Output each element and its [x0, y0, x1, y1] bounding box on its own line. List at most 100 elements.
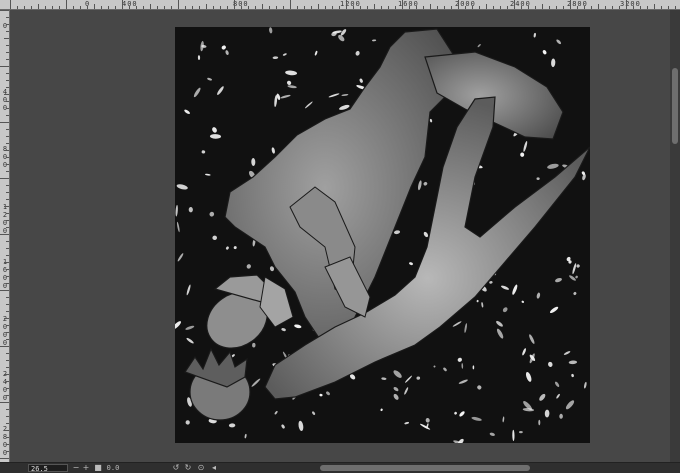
zoom-out-icon[interactable]: −: [72, 463, 80, 473]
sparkle: [418, 180, 422, 191]
ruler-tick: [6, 17, 9, 18]
sparkle: [404, 421, 410, 425]
sparkle: [536, 177, 540, 181]
ruler-left-label: 1200: [2, 203, 8, 235]
ruler-tick: [220, 6, 221, 9]
ruler-tick: [6, 353, 9, 354]
ruler-tick: [409, 6, 410, 9]
sparkle: [521, 300, 525, 303]
fit-icon[interactable]: ■: [94, 463, 102, 473]
ruler-tick: [115, 6, 116, 9]
status-bar: 26.5 − + ■ 0.0 ↺ ↻ ⊙ ◂: [0, 462, 680, 473]
ruler-tick: [269, 6, 270, 9]
sparkle: [452, 321, 462, 327]
rotate-right-icon[interactable]: ↻: [184, 463, 192, 473]
ruler-tick: [640, 6, 641, 9]
ruler-tick: [6, 73, 9, 74]
flip-icon[interactable]: ◂: [210, 463, 218, 473]
ruler-tick: [6, 381, 9, 382]
ruler-tick: [563, 6, 564, 9]
artwork-illustration: [175, 27, 590, 443]
ruler-tick: [367, 6, 368, 9]
ruler-tick: [668, 6, 669, 9]
rotate-left-icon[interactable]: ↺: [172, 463, 180, 473]
ruler-tick: [6, 164, 9, 165]
sparkle: [252, 342, 256, 348]
ruler-tick: [276, 6, 277, 9]
ruler-tick: [6, 171, 9, 172]
ruler-tick: [164, 6, 165, 9]
ruler-tick: [0, 346, 9, 347]
vertical-scrollbar[interactable]: [670, 10, 680, 462]
sparkle: [544, 409, 550, 418]
ruler-tick: [199, 6, 200, 9]
sparkle: [272, 56, 279, 60]
ruler-tick: [283, 6, 284, 9]
ruler-tick: [4, 38, 9, 39]
ruler-tick: [150, 4, 151, 9]
sparkle: [568, 360, 578, 365]
sparkle: [207, 77, 212, 81]
sparkle: [381, 377, 387, 380]
sparkle: [520, 152, 525, 157]
horizontal-scroll-thumb[interactable]: [320, 465, 530, 471]
sparkle: [269, 27, 273, 34]
sparkle: [538, 419, 541, 426]
ruler-tick: [612, 6, 613, 9]
angle-field[interactable]: 0.0: [104, 463, 122, 473]
ruler-left[interactable]: 0 400 800 1200 1600 2000 2400 2800: [0, 10, 10, 462]
sparkle: [433, 365, 436, 368]
ruler-tick: [6, 304, 9, 305]
ruler-tick: [122, 0, 123, 9]
ruler-tick: [24, 6, 25, 9]
sparkle: [209, 134, 222, 139]
sparkle: [519, 430, 523, 434]
artwork-canvas[interactable]: [175, 27, 590, 443]
vertical-scroll-thumb[interactable]: [672, 68, 678, 144]
sparkle: [496, 328, 504, 339]
ruler-tick: [6, 423, 9, 424]
ruler-tick: [346, 0, 347, 9]
ruler-tick: [4, 374, 9, 375]
ruler-tick: [423, 6, 424, 9]
sparkle: [205, 173, 211, 176]
sparkle: [565, 400, 575, 410]
ruler-tick: [6, 311, 9, 312]
canvas-workspace[interactable]: [10, 10, 670, 462]
ruler-tick: [647, 6, 648, 9]
sparkle: [477, 385, 482, 390]
sparkle: [489, 432, 495, 436]
ruler-tick: [388, 6, 389, 9]
ruler-tick: [584, 6, 585, 9]
zoom-field[interactable]: 26.5: [28, 464, 68, 473]
ruler-tick: [6, 339, 9, 340]
ruler-tick: [4, 430, 9, 431]
sparkle: [525, 371, 532, 382]
sparkle: [425, 418, 430, 423]
sparkle: [501, 285, 509, 290]
sparkle: [185, 325, 195, 330]
sparkle: [472, 365, 475, 370]
ruler-top[interactable]: 0 400 800 1200 1600 2000 2400 2800 3200: [0, 0, 680, 10]
sparkle: [393, 393, 399, 400]
ruler-tick: [395, 6, 396, 9]
sparkle: [549, 306, 559, 314]
zoom-in-icon[interactable]: +: [82, 463, 90, 473]
reset-rotation-icon[interactable]: ⊙: [197, 463, 205, 473]
sparkle: [539, 393, 546, 401]
ruler-tick: [6, 283, 9, 284]
ruler-tick: [374, 4, 375, 9]
ruler-tick: [6, 248, 9, 249]
sparkle: [409, 262, 413, 266]
ruler-tick: [0, 10, 9, 11]
ruler-top-label: 1200: [340, 0, 361, 8]
sparkle: [536, 292, 541, 299]
ruler-tick: [0, 66, 9, 67]
ruler-tick: [528, 6, 529, 9]
sparkle: [559, 413, 563, 419]
ruler-tick: [6, 31, 9, 32]
sparkle: [548, 361, 553, 367]
ruler-tick: [59, 6, 60, 9]
ruler-tick: [157, 6, 158, 9]
ruler-tick: [6, 108, 9, 109]
